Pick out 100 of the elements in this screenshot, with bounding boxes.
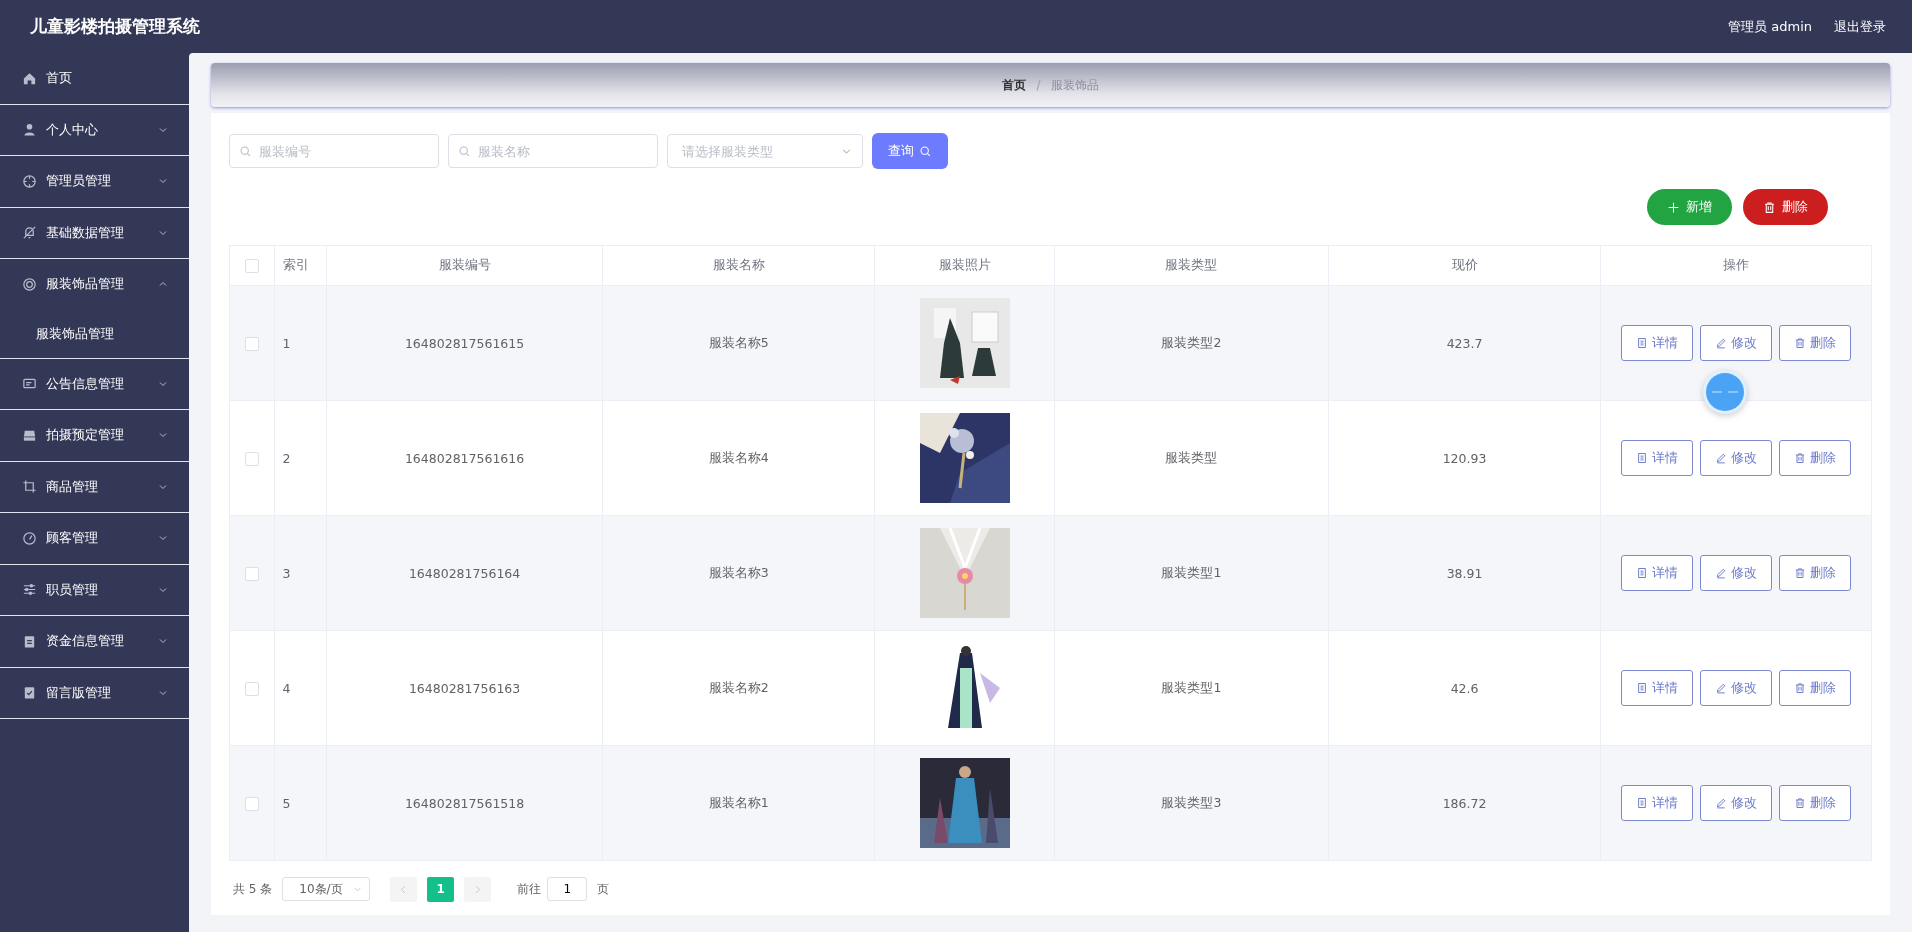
pencil-icon	[1715, 567, 1728, 579]
table-cell: 164802817561615	[326, 285, 603, 401]
checkbox[interactable]	[244, 681, 259, 696]
sidebar-item[interactable]: 管理员管理	[0, 156, 189, 207]
detail-button[interactable]: 详情	[1621, 785, 1694, 821]
pencil-icon	[1715, 337, 1728, 349]
detail-button[interactable]: 详情	[1621, 670, 1694, 706]
sidebar-subitem[interactable]: 服装饰品管理	[0, 309, 189, 358]
crosshair-icon	[22, 173, 37, 189]
delete-button[interactable]: 删除	[1779, 785, 1852, 821]
table-cell: 服装类型3	[1054, 745, 1329, 861]
app-title: 儿童影楼拍摄管理系统	[30, 15, 200, 38]
search-field[interactable]: 服装名称	[448, 134, 658, 168]
search-field[interactable]: 服装编号	[229, 134, 439, 168]
home-icon	[22, 70, 37, 86]
edit-button[interactable]: 修改	[1700, 670, 1773, 706]
gauge-icon	[22, 530, 37, 546]
pencil-icon	[1715, 452, 1728, 464]
table-cell: 38.91	[1328, 515, 1601, 631]
detail-button[interactable]: 详情	[1621, 440, 1694, 476]
detail-button[interactable]: 详情	[1621, 325, 1694, 361]
table-cell: 服装类型	[1054, 400, 1329, 516]
pencil-icon	[1715, 682, 1728, 694]
user-icon	[22, 122, 37, 138]
delete-button[interactable]: 删除	[1779, 440, 1852, 476]
search-icon	[919, 144, 932, 158]
floating-ball-icon[interactable]	[1702, 369, 1748, 415]
delete-button[interactable]: 删除	[1779, 555, 1852, 591]
breadcrumb-item: 服装饰品	[1050, 76, 1099, 94]
sidebar-item[interactable]: 拍摄预定管理	[0, 410, 189, 461]
add-button[interactable]: 新增	[1647, 189, 1732, 225]
plus-icon	[1667, 200, 1680, 214]
table-cell: 42.6	[1328, 630, 1601, 746]
search-icon	[239, 144, 252, 158]
checkbox[interactable]	[244, 796, 259, 811]
sidebar-item[interactable]: 服装饰品管理	[0, 259, 189, 310]
table-cell: 120.93	[1328, 400, 1601, 516]
ring-icon	[22, 276, 37, 292]
search-button[interactable]: 查询	[872, 133, 948, 169]
table-cell: 1	[274, 285, 327, 401]
trash-icon	[1794, 452, 1807, 464]
table-cell: 4	[274, 630, 327, 746]
page-size-select[interactable]: 10条/页	[282, 877, 371, 901]
edit-button[interactable]: 修改	[1700, 325, 1773, 361]
delete-button[interactable]: 删除	[1779, 670, 1852, 706]
column-header: 现价	[1328, 245, 1601, 286]
sidebar-item[interactable]: 留言版管理	[0, 667, 189, 718]
type-select[interactable]: 请选择服装类型	[667, 134, 863, 168]
pencil-icon	[1715, 797, 1728, 809]
search-input[interactable]: 服装编号	[257, 142, 429, 160]
column-header: 服装照片	[874, 245, 1055, 286]
edit-button[interactable]: 修改	[1700, 555, 1773, 591]
breadcrumb-separator: /	[1036, 78, 1041, 92]
sidebar-item[interactable]: 商品管理	[0, 461, 189, 512]
sidebar-item[interactable]: 首页	[0, 53, 189, 104]
breadcrumb-item[interactable]: 首页	[1002, 76, 1027, 94]
column-header: 索引	[274, 245, 327, 286]
search-input[interactable]: 服装名称	[476, 142, 648, 160]
table-cell: 服装名称1	[602, 745, 875, 861]
sidebar-item[interactable]: 职员管理	[0, 564, 189, 615]
delete-button[interactable]: 删除	[1743, 189, 1828, 225]
sidebar-item[interactable]: 资金信息管理	[0, 616, 189, 667]
trash-icon	[1794, 797, 1807, 809]
table-cell: 164802817561616	[326, 400, 603, 516]
page-input[interactable]: 1	[547, 877, 588, 901]
edit-button[interactable]: 修改	[1700, 440, 1773, 476]
bell-off-icon	[22, 225, 37, 241]
crop-icon	[22, 479, 37, 495]
goto-label: 前往	[517, 880, 542, 898]
checkbox[interactable]	[244, 566, 259, 581]
table-cell: 2	[274, 400, 327, 516]
table-cell: 5	[274, 745, 327, 861]
checkbox[interactable]	[244, 336, 259, 351]
trash-icon	[1794, 337, 1807, 349]
delete-button[interactable]: 删除	[1779, 325, 1852, 361]
table-cell: 16480281756163	[326, 630, 603, 746]
edit-button[interactable]: 修改	[1700, 785, 1773, 821]
table-cell: 服装类型2	[1054, 285, 1329, 401]
logout-link[interactable]: 退出登录	[1834, 17, 1886, 36]
sidebar-item[interactable]: 个人中心	[0, 104, 189, 155]
checkbox[interactable]	[244, 259, 259, 274]
document-icon	[1636, 797, 1649, 809]
document-icon	[1636, 567, 1649, 579]
table-cell: 186.72	[1328, 745, 1601, 861]
trash-icon	[1794, 567, 1807, 579]
user-label: 管理员 admin	[1728, 17, 1812, 36]
document-icon	[1636, 452, 1649, 464]
column-header: 服装类型	[1054, 245, 1329, 286]
column-header: 服装编号	[326, 245, 603, 286]
table-cell: 服装类型1	[1054, 515, 1329, 631]
sliders-icon	[22, 582, 37, 598]
sidebar-item[interactable]: 顾客管理	[0, 513, 189, 564]
detail-button[interactable]: 详情	[1621, 555, 1694, 591]
table-cell: 服装名称3	[602, 515, 875, 631]
table-cell: 服装类型1	[1054, 630, 1329, 746]
select-input[interactable]: 请选择服装类型	[680, 142, 835, 160]
clipboard-icon	[22, 633, 37, 649]
checkbox[interactable]	[244, 451, 259, 466]
sidebar-item[interactable]: 公告信息管理	[0, 358, 189, 409]
sidebar-item[interactable]: 基础数据管理	[0, 207, 189, 258]
